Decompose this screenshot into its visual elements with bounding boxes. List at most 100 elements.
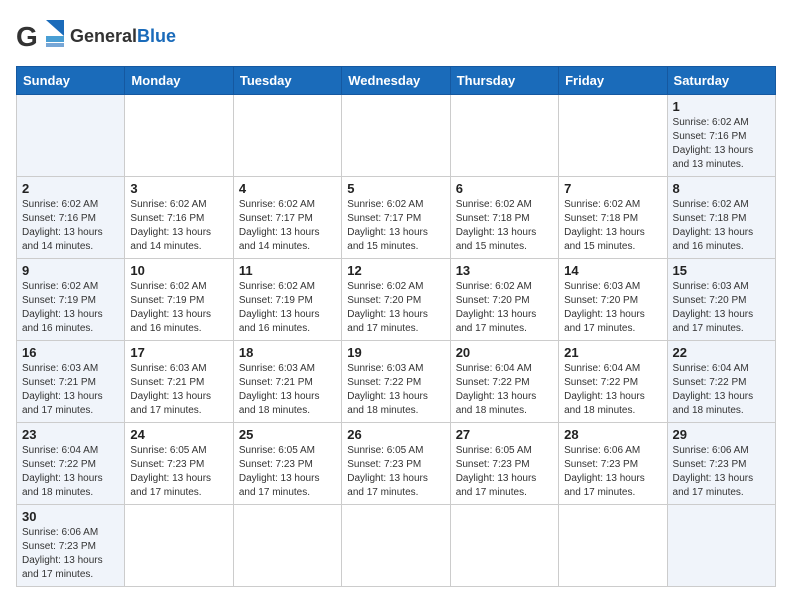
day-number: 19 (347, 345, 444, 360)
calendar-cell (559, 95, 667, 177)
day-number: 4 (239, 181, 336, 196)
header: G GeneralBlue (16, 16, 776, 56)
day-number: 11 (239, 263, 336, 278)
weekday-header-tuesday: Tuesday (233, 67, 341, 95)
calendar-cell: 23Sunrise: 6:04 AM Sunset: 7:22 PM Dayli… (17, 423, 125, 505)
weekday-header-friday: Friday (559, 67, 667, 95)
calendar-cell (559, 505, 667, 587)
day-info: Sunrise: 6:04 AM Sunset: 7:22 PM Dayligh… (456, 362, 553, 418)
calendar-cell (342, 505, 450, 587)
calendar-cell: 27 Sunrise: 6:05 AM Sunset: 7:23 PM Dayli… (450, 423, 558, 505)
logo: G GeneralBlue (16, 16, 176, 56)
day-info: Sunrise: 6:02 AM Sunset: 7:18 PM Dayligh… (673, 198, 770, 254)
day-number: 13 (456, 263, 553, 278)
calendar-cell: 6 Sunrise: 6:02 AM Sunset: 7:18 PM Daylig… (450, 177, 558, 259)
day-number: 16 (22, 345, 119, 360)
calendar-cell: 11 Sunrise: 6:02 AM Sunset: 7:19 PM Dayli… (233, 259, 341, 341)
day-info: Sunrise: 6:02 AM Sunset: 7:19 PM Dayligh… (239, 280, 336, 336)
day-info: Sunrise: 6:02 AM Sunset: 7:19 PM Dayligh… (130, 280, 227, 336)
calendar-cell: 22 Sunrise: 6:04 AM Sunset: 7:22 PM Dayli… (667, 341, 775, 423)
calendar-cell: 25Sunrise: 6:05 AM Sunset: 7:23 PM Dayli… (233, 423, 341, 505)
day-info: Sunrise: 6:05 AM Sunset: 7:23 PM Dayligh… (130, 444, 227, 500)
calendar-cell: 4 Sunrise: 6:02 AM Sunset: 7:17 PM Daylig… (233, 177, 341, 259)
day-number: 21 (564, 345, 661, 360)
day-info: Sunrise: 6:02 AM Sunset: 7:19 PM Dayligh… (22, 280, 119, 336)
calendar-cell: 2Sunrise: 6:02 AM Sunset: 7:16 PM Daylig… (17, 177, 125, 259)
day-info: Sunrise: 6:03 AM Sunset: 7:20 PM Dayligh… (673, 280, 770, 336)
day-number: 15 (673, 263, 770, 278)
day-info: Sunrise: 6:03 AM Sunset: 7:20 PM Dayligh… (564, 280, 661, 336)
calendar-cell (125, 505, 233, 587)
calendar-cell: 7 Sunrise: 6:02 AM Sunset: 7:18 PM Daylig… (559, 177, 667, 259)
calendar-cell (17, 95, 125, 177)
day-number: 5 (347, 181, 444, 196)
calendar-cell: 12 Sunrise: 6:02 AM Sunset: 7:20 PM Dayli… (342, 259, 450, 341)
day-number: 23 (22, 427, 119, 442)
calendar-cell: 15 Sunrise: 6:03 AM Sunset: 7:20 PM Dayli… (667, 259, 775, 341)
calendar-cell: 20 Sunrise: 6:04 AM Sunset: 7:22 PM Dayli… (450, 341, 558, 423)
calendar-cell: 30Sunrise: 6:06 AM Sunset: 7:23 PM Dayli… (17, 505, 125, 587)
calendar-cell: 18Sunrise: 6:03 AM Sunset: 7:21 PM Dayli… (233, 341, 341, 423)
calendar-cell: 9 Sunrise: 6:02 AM Sunset: 7:19 PM Daylig… (17, 259, 125, 341)
logo-svg: G (16, 16, 66, 56)
day-info: Sunrise: 6:02 AM Sunset: 7:20 PM Dayligh… (456, 280, 553, 336)
logo-blue: Blue (137, 26, 176, 46)
week-row-1: 1Sunrise: 6:02 AM Sunset: 7:16 PM Daylig… (17, 95, 776, 177)
day-info: Sunrise: 6:02 AM Sunset: 7:18 PM Dayligh… (456, 198, 553, 254)
day-number: 29 (673, 427, 770, 442)
day-number: 17 (130, 345, 227, 360)
day-number: 2 (22, 181, 119, 196)
day-number: 6 (456, 181, 553, 196)
calendar-cell: 24Sunrise: 6:05 AM Sunset: 7:23 PM Dayli… (125, 423, 233, 505)
weekday-header-wednesday: Wednesday (342, 67, 450, 95)
calendar-cell: 13 Sunrise: 6:02 AM Sunset: 7:20 PM Dayli… (450, 259, 558, 341)
day-info: Sunrise: 6:05 AM Sunset: 7:23 PM Dayligh… (239, 444, 336, 500)
calendar-cell: 3 Sunrise: 6:02 AM Sunset: 7:16 PM Daylig… (125, 177, 233, 259)
day-number: 26 (347, 427, 444, 442)
day-number: 3 (130, 181, 227, 196)
calendar-cell (667, 505, 775, 587)
day-number: 27 (456, 427, 553, 442)
week-row-2: 2 Sunrise: 6:02 AM Sunset: 7:16 PM Daylig… (17, 177, 776, 259)
day-info: Sunrise: 6:02 AM Sunset: 7:17 PM Dayligh… (347, 198, 444, 254)
calendar-cell: 5 Sunrise: 6:02 AM Sunset: 7:17 PM Daylig… (342, 177, 450, 259)
calendar-cell (450, 505, 558, 587)
day-number: 12 (347, 263, 444, 278)
calendar-cell: 19 Sunrise: 6:03 AM Sunset: 7:22 PM Dayli… (342, 341, 450, 423)
day-number: 14 (564, 263, 661, 278)
calendar-table: SundayMondayTuesdayWednesdayThursdayFrid… (16, 66, 776, 587)
day-number: 20 (456, 345, 553, 360)
day-number: 9 (22, 263, 119, 278)
day-number: 22 (673, 345, 770, 360)
day-info: Sunrise: 6:06 AM Sunset: 7:23 PM Dayligh… (673, 444, 770, 500)
calendar-cell: 29 Sunrise: 6:06 AM Sunset: 7:23 PM Dayli… (667, 423, 775, 505)
calendar-cell: 1Sunrise: 6:02 AM Sunset: 7:16 PM Daylig… (667, 95, 775, 177)
week-row-5: 23Sunrise: 6:04 AM Sunset: 7:22 PM Dayli… (17, 423, 776, 505)
calendar-cell (233, 95, 341, 177)
day-number: 28 (564, 427, 661, 442)
day-number: 7 (564, 181, 661, 196)
calendar-cell: 14 Sunrise: 6:03 AM Sunset: 7:20 PM Dayli… (559, 259, 667, 341)
day-info: Sunrise: 6:05 AM Sunset: 7:23 PM Dayligh… (456, 444, 553, 500)
weekday-header-sunday: Sunday (17, 67, 125, 95)
day-info: Sunrise: 6:06 AM Sunset: 7:23 PM Dayligh… (564, 444, 661, 500)
day-info: Sunrise: 6:03 AM Sunset: 7:22 PM Dayligh… (347, 362, 444, 418)
day-number: 18 (239, 345, 336, 360)
day-info: Sunrise: 6:03 AM Sunset: 7:21 PM Dayligh… (130, 362, 227, 418)
calendar-cell (450, 95, 558, 177)
svg-text:G: G (16, 21, 38, 52)
calendar-cell: 21Sunrise: 6:04 AM Sunset: 7:22 PM Dayli… (559, 341, 667, 423)
day-info: Sunrise: 6:02 AM Sunset: 7:16 PM Dayligh… (130, 198, 227, 254)
day-info: Sunrise: 6:04 AM Sunset: 7:22 PM Dayligh… (673, 362, 770, 418)
day-info: Sunrise: 6:02 AM Sunset: 7:20 PM Dayligh… (347, 280, 444, 336)
day-info: Sunrise: 6:05 AM Sunset: 7:23 PM Dayligh… (347, 444, 444, 500)
calendar-cell: 26 Sunrise: 6:05 AM Sunset: 7:23 PM Dayli… (342, 423, 450, 505)
week-row-6: 30Sunrise: 6:06 AM Sunset: 7:23 PM Dayli… (17, 505, 776, 587)
day-info: Sunrise: 6:02 AM Sunset: 7:18 PM Dayligh… (564, 198, 661, 254)
day-number: 30 (22, 509, 119, 524)
calendar-cell: 28 Sunrise: 6:06 AM Sunset: 7:23 PM Dayli… (559, 423, 667, 505)
weekday-header-row: SundayMondayTuesdayWednesdayThursdayFrid… (17, 67, 776, 95)
logo-general: General (70, 26, 137, 46)
day-number: 1 (673, 99, 770, 114)
day-info: Sunrise: 6:02 AM Sunset: 7:17 PM Dayligh… (239, 198, 336, 254)
